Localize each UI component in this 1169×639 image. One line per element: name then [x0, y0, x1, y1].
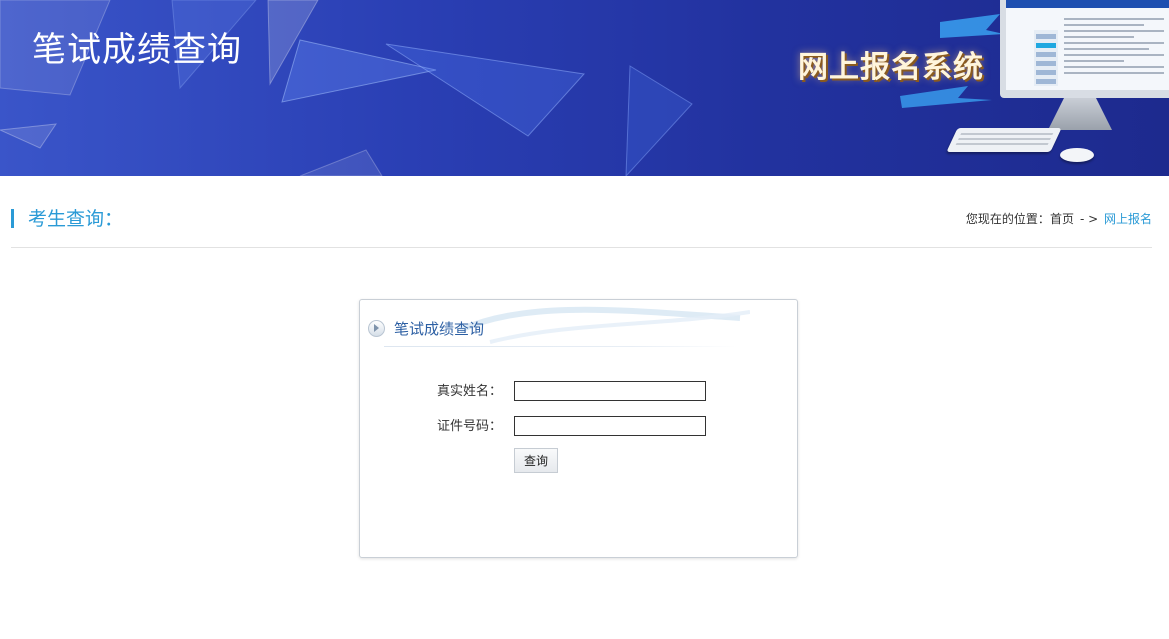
section-marker	[11, 209, 14, 228]
keyboard-illustration	[946, 128, 1062, 152]
circle-arrow-right-icon	[368, 320, 385, 337]
section-header: 考生查询： 您现在的位置：首页 - > 网上报名	[11, 203, 1152, 233]
breadcrumb-current[interactable]: 网上报名	[1104, 212, 1152, 226]
panel-title-underline	[384, 346, 737, 347]
banner-title: 笔试成绩查询	[32, 30, 242, 70]
breadcrumb-separator: - >	[1079, 212, 1099, 226]
panel-decoration	[458, 306, 750, 344]
real-name-input[interactable]	[514, 381, 706, 401]
id-number-label: 证件号码：	[436, 419, 502, 434]
divider	[11, 247, 1152, 248]
breadcrumb-prefix: 您现在的位置：	[965, 212, 1050, 226]
section-title: 考生查询：	[28, 208, 124, 230]
breadcrumb-home[interactable]: 首页	[1050, 212, 1074, 226]
query-button[interactable]: 查询	[514, 448, 558, 473]
system-name: 网上报名系统	[798, 50, 984, 85]
id-number-input[interactable]	[514, 416, 706, 436]
banner: 笔试成绩查询 网上报名系统	[0, 0, 1169, 176]
name-label: 真实姓名：	[436, 384, 502, 399]
panel-title: 笔试成绩查询	[394, 320, 485, 338]
breadcrumb: 您现在的位置：首页 - > 网上报名	[966, 210, 1152, 227]
query-panel: 笔试成绩查询 真实姓名： 证件号码： 查询	[359, 299, 798, 558]
computer-monitor-illustration	[1000, 0, 1169, 98]
mouse-illustration	[1060, 148, 1094, 162]
